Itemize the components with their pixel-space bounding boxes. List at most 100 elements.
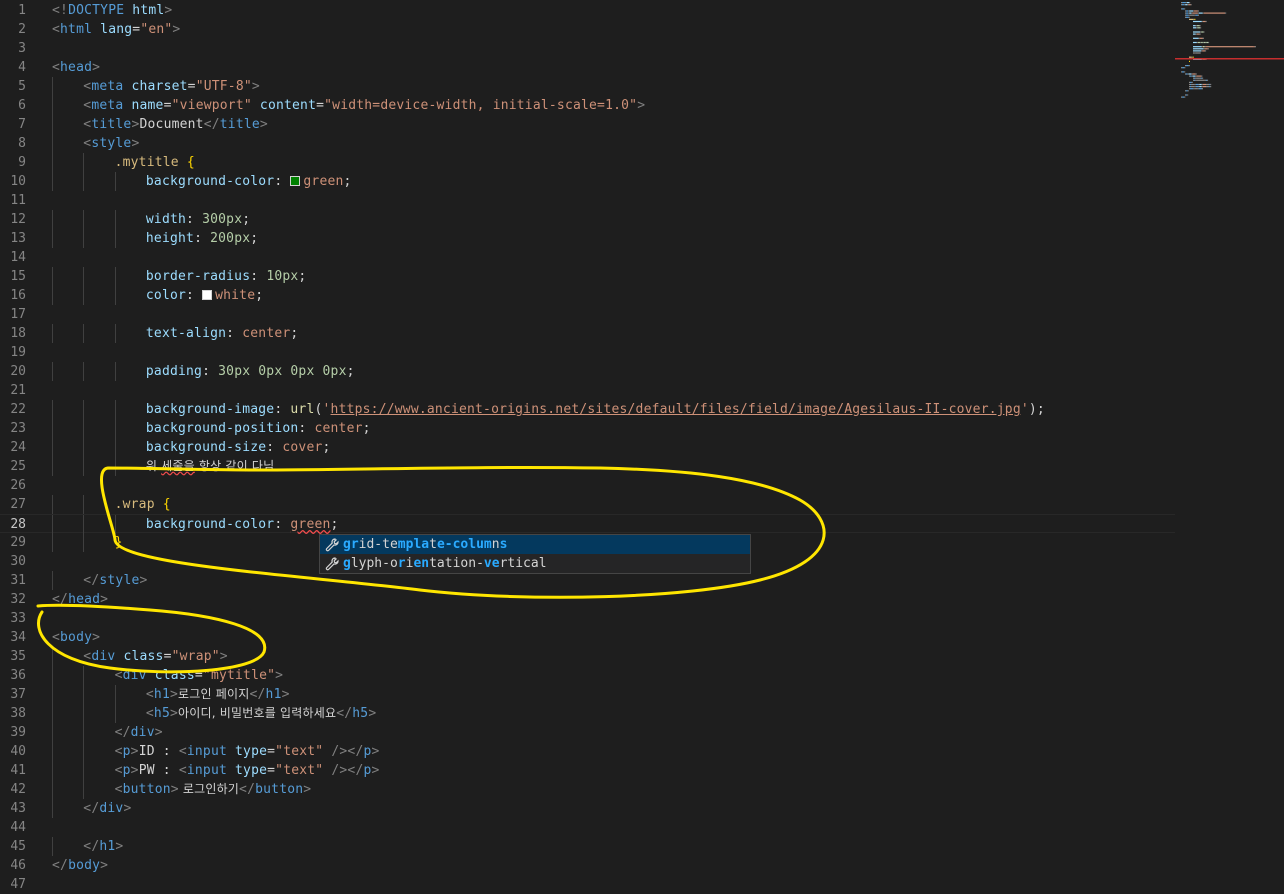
code-line[interactable]: 8 <style> [0, 134, 1175, 153]
code-line[interactable]: 45 </h1> [0, 837, 1175, 856]
code-line[interactable]: 33 [0, 609, 1175, 628]
code-line[interactable]: 16 color: white; [0, 286, 1175, 305]
code-line[interactable]: 7 <title>Document</title> [0, 115, 1175, 134]
indent-guide [52, 457, 53, 476]
minimap-token [1184, 96, 1186, 98]
minimap-token [1194, 88, 1198, 90]
code-text: <meta charset="UTF-8"> [83, 77, 260, 96]
code-line[interactable]: 17 [0, 305, 1175, 324]
code-line[interactable]: 9 .mytitle { [0, 153, 1175, 172]
minimap-token [1206, 41, 1209, 44]
code-token: p [122, 744, 131, 759]
code-text: <meta name="viewport" content="width=dev… [83, 96, 645, 115]
minimap-token [1200, 31, 1202, 33]
code-text: <h1>로그인 페이지</h1> [146, 685, 290, 704]
indent-guide [83, 495, 85, 514]
indent-guide [83, 324, 85, 343]
code-token: < [114, 763, 123, 778]
code-text: <body> [52, 628, 100, 647]
code-line[interactable]: 5 <meta charset="UTF-8"> [0, 77, 1175, 96]
code-line[interactable]: 27 .wrap { [0, 495, 1175, 514]
code-line[interactable]: 39 </div> [0, 723, 1175, 742]
code-text: <p>ID : <input type="text" /></p> [115, 742, 380, 761]
indent-guide [114, 324, 116, 343]
code-line[interactable]: 46 </body> [0, 856, 1175, 875]
code-line[interactable]: 15 border-radius: 10px; [0, 267, 1175, 286]
code-line[interactable]: 42 <button> 로그인하기</button> [0, 780, 1175, 799]
code-line[interactable]: 43 </div> [0, 799, 1175, 818]
code-token: 위 [145, 459, 162, 473]
code-line[interactable]: 18 text-align: center; [0, 324, 1175, 343]
minimap-token [1203, 31, 1205, 33]
minimap-token [1201, 86, 1203, 88]
code-token: "text" [275, 744, 324, 759]
minimap-token [1199, 25, 1201, 27]
code-line[interactable]: 32 </head> [0, 590, 1175, 609]
code-line[interactable]: 10 background-color: green; [0, 172, 1175, 191]
suggestion-widget[interactable]: grid-template-columns glyph-orientation-v… [319, 534, 751, 574]
code-editor[interactable]: 1 <!DOCTYPE html> 2 <html lang="en"> 3 4 <head… [0, 0, 1284, 892]
code-token: } [114, 535, 123, 550]
code-line[interactable]: 37 <h1>로그인 페이지</h1> [0, 685, 1175, 704]
code-line[interactable]: 35 <div class="wrap"> [0, 647, 1175, 666]
code-line[interactable]: 25 위 세줄을 항상 같이 다님 [0, 457, 1175, 476]
code-line[interactable]: 4 <head> [0, 58, 1175, 77]
code-line[interactable]: 40 <p>ID : <input type="text" /></p> [0, 742, 1175, 761]
code-line[interactable]: 36 <div class="mytitle"> [0, 666, 1175, 685]
code-line[interactable]: 41 <p>PW : <input type="text" /></p> [0, 761, 1175, 780]
color-swatch[interactable] [202, 290, 213, 300]
code-token: div [122, 668, 147, 683]
code-line[interactable]: 21 [0, 381, 1175, 400]
line-number: 14 [10, 250, 26, 265]
minimap[interactable] [1175, 0, 1284, 885]
code-token: ' [1020, 402, 1029, 417]
code-line[interactable]: 34 <body> [0, 628, 1175, 647]
code-token: > [303, 782, 312, 797]
code-token: > [169, 687, 179, 702]
code-line[interactable]: 23 background-position: center; [0, 419, 1175, 438]
minimap-token [1192, 86, 1195, 88]
code-line[interactable]: 11 [0, 191, 1175, 210]
code-token: > [219, 649, 228, 664]
code-token: p [363, 744, 372, 759]
color-swatch[interactable] [290, 176, 301, 186]
code-line[interactable]: 2 <html lang="en"> [0, 20, 1175, 39]
code-token: text-align [145, 326, 227, 341]
code-line[interactable]: 6 <meta name="viewport" content="width=de… [0, 96, 1175, 115]
indent-guide [83, 704, 85, 723]
code-line[interactable]: 44 [0, 818, 1175, 837]
minimap-token [1198, 14, 1199, 16]
minimap-token [1205, 46, 1207, 48]
line-number: 31 [10, 573, 26, 588]
code-line[interactable]: 24 background-size: cover; [0, 438, 1175, 457]
indent-guide [83, 457, 85, 476]
indent-guide [52, 761, 53, 780]
code-token: cover [282, 440, 323, 455]
code-line[interactable]: 20 padding: 30px 0px 0px 0px; [0, 362, 1175, 381]
code-line[interactable]: 26 [0, 476, 1175, 495]
code-token: = [194, 668, 203, 683]
minimap-token [1181, 71, 1182, 73]
code-token: > [115, 839, 124, 854]
code-token: < [178, 763, 187, 778]
code-line[interactable]: 38 <h5>아이디, 비밀번호를 입력하세요</h5> [0, 704, 1175, 723]
code-line[interactable]: 22 background-image: url('https://www.anc… [0, 400, 1175, 419]
code-line[interactable]: 13 height: 200px; [0, 229, 1175, 248]
suggestion-item[interactable]: glyph-orientation-vertical [320, 554, 750, 573]
code-line[interactable]: 1 <!DOCTYPE html> [0, 1, 1175, 20]
line-number: 33 [10, 611, 26, 626]
code-line[interactable]: 3 [0, 39, 1175, 58]
code-text: height: 200px; [146, 229, 258, 248]
code-token: div [91, 649, 116, 664]
code-token: white [215, 288, 256, 303]
code-token: : [274, 517, 291, 532]
code-line[interactable]: 28 background-color: green; [0, 514, 1175, 534]
code-token: > [368, 706, 377, 721]
code-line[interactable]: 12 width: 300px; [0, 210, 1175, 229]
code-line[interactable]: 14 [0, 248, 1175, 267]
code-line[interactable]: 19 [0, 343, 1175, 362]
suggestion-item[interactable]: grid-template-columns [320, 535, 750, 554]
code-token: : [186, 212, 203, 227]
line-number: 39 [10, 725, 26, 740]
indent-guide [114, 685, 116, 704]
